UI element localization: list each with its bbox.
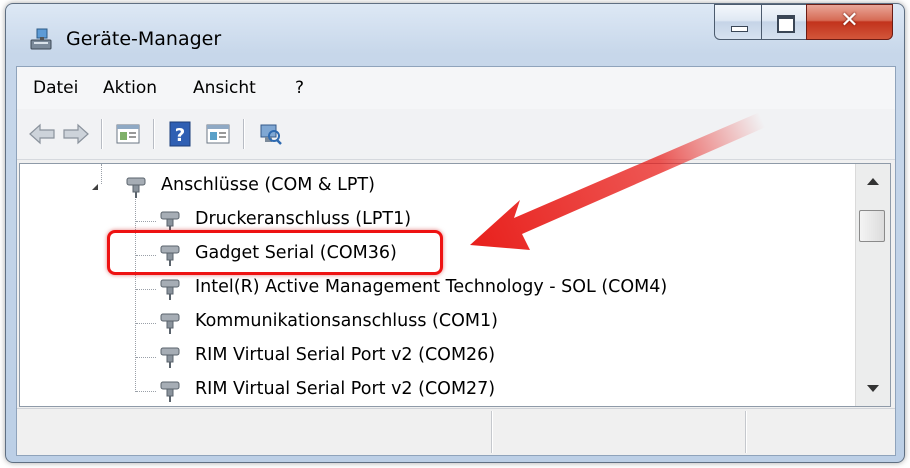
minimize-button[interactable] <box>714 4 762 40</box>
svg-text:?: ? <box>175 125 185 146</box>
toolbar-separator <box>243 119 245 149</box>
tree-line <box>136 289 156 290</box>
menu-bar: Datei Aktion Ansicht ? <box>17 67 895 110</box>
tree-category-label: Anschlüsse (COM & LPT) <box>161 175 375 195</box>
port-connector-icon <box>126 177 146 198</box>
device-tree[interactable]: Anschlüsse (COM & LPT) Druckeranschluss … <box>19 163 891 407</box>
scroll-down-icon[interactable] <box>867 385 879 392</box>
scroll-up-icon[interactable] <box>867 178 879 185</box>
vertical-scrollbar[interactable] <box>855 164 890 406</box>
tree-device-label: RIM Virtual Serial Port v2 (COM27) <box>195 379 496 399</box>
toolbar-separator <box>153 119 155 149</box>
scan-hardware-icon[interactable] <box>255 121 285 147</box>
title-bar[interactable]: Geräte-Manager ✕ <box>6 4 904 68</box>
status-separator <box>745 411 747 453</box>
port-connector-icon <box>160 279 180 300</box>
tree-device-label: Druckeranschluss (LPT1) <box>195 209 412 229</box>
tree-device-label: RIM Virtual Serial Port v2 (COM26) <box>195 345 496 365</box>
tree-category-row[interactable]: Anschlüsse (COM & LPT) <box>20 170 850 204</box>
status-bar <box>17 408 895 455</box>
toolbar: ? <box>17 109 895 160</box>
port-connector-icon <box>160 313 180 334</box>
back-arrow-icon[interactable] <box>27 121 57 147</box>
tree-line <box>136 323 156 324</box>
tree-device-label: Intel(R) Active Management Technology - … <box>195 277 668 297</box>
toolbar-separator <box>101 119 103 149</box>
view-icon[interactable] <box>203 121 233 147</box>
status-separator <box>491 411 493 453</box>
menu-datei[interactable]: Datei <box>33 78 78 98</box>
maximize-button[interactable] <box>761 4 807 40</box>
tree-device-row[interactable]: RIM Virtual Serial Port v2 (COM27) <box>20 374 850 406</box>
device-manager-icon <box>30 28 52 50</box>
tree-device-row[interactable]: RIM Virtual Serial Port v2 (COM26) <box>20 340 850 374</box>
tree-line <box>136 221 156 222</box>
port-connector-icon <box>160 381 180 402</box>
tree-device-row[interactable]: Kommunikationsanschluss (COM1) <box>20 306 850 340</box>
expand-collapse-icon[interactable] <box>92 184 98 190</box>
window-title: Geräte-Manager <box>66 28 222 50</box>
forward-arrow-icon[interactable] <box>61 121 91 147</box>
menu-ansicht[interactable]: Ansicht <box>193 78 256 98</box>
tree-line <box>136 357 156 358</box>
scrollbar-thumb[interactable] <box>859 210 885 242</box>
close-button[interactable]: ✕ <box>806 4 893 40</box>
close-icon: ✕ <box>840 8 859 33</box>
minimize-icon <box>731 26 748 32</box>
menu-help[interactable]: ? <box>295 78 304 98</box>
port-connector-icon <box>160 347 180 368</box>
properties-icon[interactable] <box>113 121 143 147</box>
help-icon[interactable]: ? <box>165 121 195 147</box>
menu-aktion[interactable]: Aktion <box>103 78 157 98</box>
tree-line <box>136 391 156 392</box>
maximize-icon <box>777 15 795 33</box>
tree-device-label: Kommunikationsanschluss (COM1) <box>195 311 498 331</box>
highlight-box <box>107 230 443 275</box>
tree-device-row[interactable]: Intel(R) Active Management Technology - … <box>20 272 850 306</box>
